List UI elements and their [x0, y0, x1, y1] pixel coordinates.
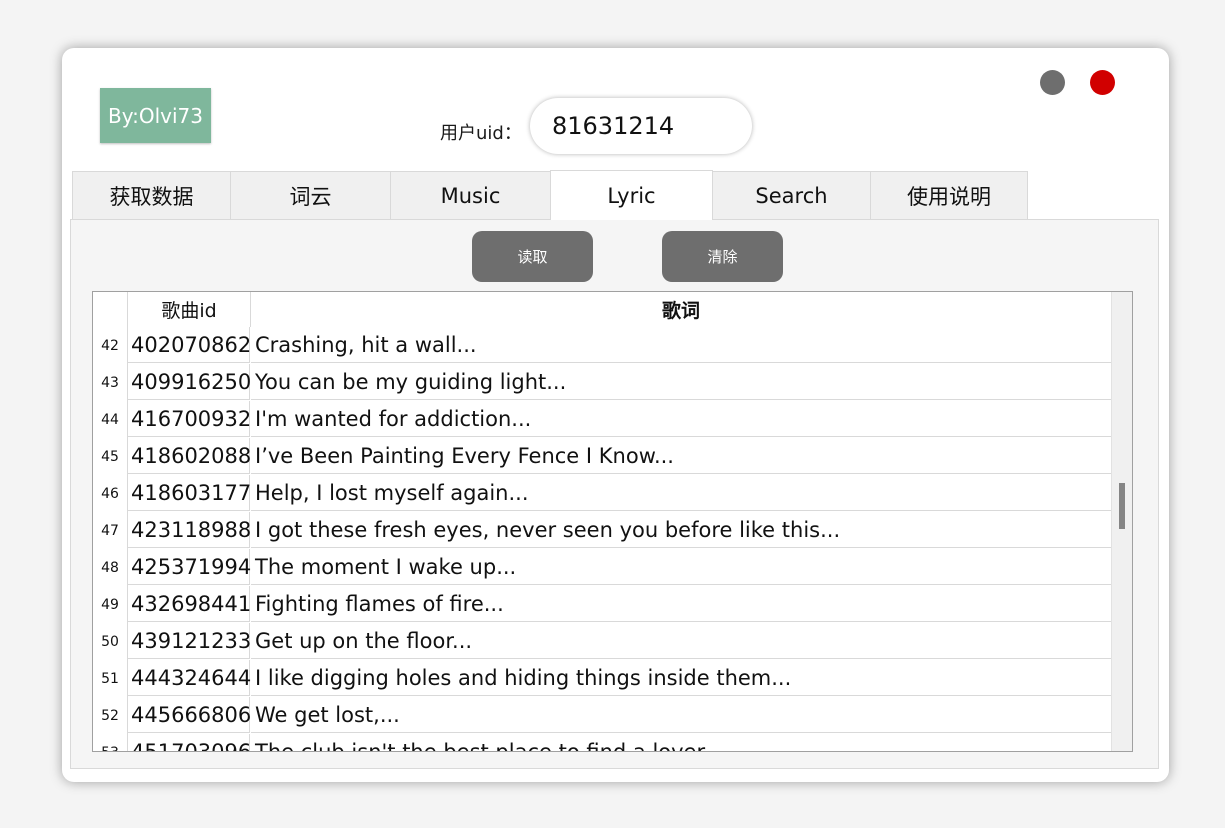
lyric-cell[interactable]: I’ve Been Painting Every Fence I Know...: [251, 438, 1111, 474]
row-number[interactable]: 50: [93, 623, 128, 660]
tab-fetch-data[interactable]: 获取数据: [72, 171, 231, 219]
tab-search[interactable]: Search: [712, 171, 871, 219]
lyric-cell[interactable]: The moment I wake up...: [251, 549, 1111, 585]
song-id-cell[interactable]: 432698441: [128, 586, 251, 622]
song-id-cell[interactable]: 451703096: [128, 734, 251, 751]
song-id-cell[interactable]: 425371994: [128, 549, 251, 585]
row-number[interactable]: 48: [93, 549, 128, 586]
lyric-cell[interactable]: I like digging holes and hiding things i…: [251, 660, 1111, 696]
lyric-cell[interactable]: I'm wanted for addiction...: [251, 401, 1111, 437]
lyric-cell[interactable]: We get lost,...: [251, 697, 1111, 733]
column-header-song-id[interactable]: 歌曲id: [128, 292, 251, 327]
lyric-cell[interactable]: The club isn't the best place to find a …: [251, 734, 1111, 752]
uid-input[interactable]: [530, 98, 752, 154]
lyric-cell[interactable]: Fighting flames of fire...: [251, 586, 1111, 622]
column-header-lyric[interactable]: 歌词: [251, 292, 1111, 327]
scrollbar-thumb[interactable]: [1119, 483, 1125, 529]
vertical-scrollbar[interactable]: [1111, 292, 1132, 751]
table-row[interactable]: 47 423118988 I got these fresh eyes, never…: [93, 512, 1111, 549]
table-row[interactable]: 51 444324644 I like digging holes and hidi…: [93, 660, 1111, 697]
table-row[interactable]: 44 416700932 I'm wanted for addiction...: [93, 401, 1111, 438]
clear-button[interactable]: 清除: [662, 231, 783, 282]
row-number[interactable]: 49: [93, 586, 128, 623]
song-id-cell[interactable]: 418602088: [128, 438, 251, 474]
row-number[interactable]: 51: [93, 660, 128, 697]
close-button[interactable]: [1090, 70, 1115, 95]
song-id-cell[interactable]: 444324644: [128, 660, 251, 696]
song-id-cell[interactable]: 423118988: [128, 512, 251, 548]
table-body: 42 402070862 Crashing, hit a wall... 43 4099…: [93, 327, 1111, 752]
lyric-cell[interactable]: Crashing, hit a wall...: [251, 327, 1111, 363]
row-number[interactable]: 53: [93, 734, 128, 751]
app-window: By:Olvi73 用户uid： 获取数据 词云 Music Lyric Sea…: [62, 48, 1169, 782]
song-id-cell[interactable]: 409916250: [128, 364, 251, 400]
lyric-cell[interactable]: I got these fresh eyes, never seen you b…: [251, 512, 1111, 548]
lyrics-table[interactable]: 歌曲id 歌词 42 402070862 Crashing, hit a wall.…: [92, 291, 1133, 752]
song-id-cell[interactable]: 416700932: [128, 401, 251, 437]
table-row[interactable]: 42 402070862 Crashing, hit a wall...: [93, 327, 1111, 364]
table-row[interactable]: 43 409916250 You can be my guiding light..…: [93, 364, 1111, 401]
song-id-cell[interactable]: 418603177: [128, 475, 251, 511]
tab-word-cloud[interactable]: 词云: [230, 171, 391, 219]
row-number[interactable]: 43: [93, 364, 128, 401]
lyric-cell[interactable]: Help, I lost myself again...: [251, 475, 1111, 511]
table-row[interactable]: 48 425371994 The moment I wake up...: [93, 549, 1111, 586]
read-button[interactable]: 读取: [472, 231, 593, 282]
row-number[interactable]: 52: [93, 697, 128, 734]
table-row[interactable]: 45 418602088 I’ve Been Painting Every Fenc…: [93, 438, 1111, 475]
table-row[interactable]: 50 439121233 Get up on the floor...: [93, 623, 1111, 660]
lyric-panel: 读取 清除 歌曲id 歌词 42 402070862 Crashing, hit a…: [70, 219, 1159, 769]
row-number[interactable]: 45: [93, 438, 128, 475]
uid-label: 用户uid：: [440, 123, 522, 144]
song-id-cell[interactable]: 402070862: [128, 327, 251, 363]
tab-lyric[interactable]: Lyric: [550, 170, 713, 220]
tab-music[interactable]: Music: [390, 171, 551, 219]
tab-instructions[interactable]: 使用说明: [870, 171, 1028, 219]
song-id-cell[interactable]: 439121233: [128, 623, 251, 659]
minimize-button[interactable]: [1040, 70, 1065, 95]
table-header: 歌曲id 歌词: [93, 292, 1111, 327]
table-corner[interactable]: [93, 292, 128, 327]
table-row[interactable]: 53451703096The club isn't the best place…: [93, 734, 1111, 752]
logo: By:Olvi73: [100, 88, 211, 143]
row-number[interactable]: 42: [93, 327, 128, 364]
lyric-cell[interactable]: You can be my guiding light...: [251, 364, 1111, 400]
table-row[interactable]: 49 432698441 Fighting flames of fire...: [93, 586, 1111, 623]
lyric-cell[interactable]: Get up on the floor...: [251, 623, 1111, 659]
row-number[interactable]: 46: [93, 475, 128, 512]
song-id-cell[interactable]: 445666806: [128, 697, 251, 733]
row-number[interactable]: 47: [93, 512, 128, 549]
row-number[interactable]: 44: [93, 401, 128, 438]
table-row[interactable]: 46 418603177 Help, I lost myself again...: [93, 475, 1111, 512]
table-row[interactable]: 52 445666806 We get lost,...: [93, 697, 1111, 734]
